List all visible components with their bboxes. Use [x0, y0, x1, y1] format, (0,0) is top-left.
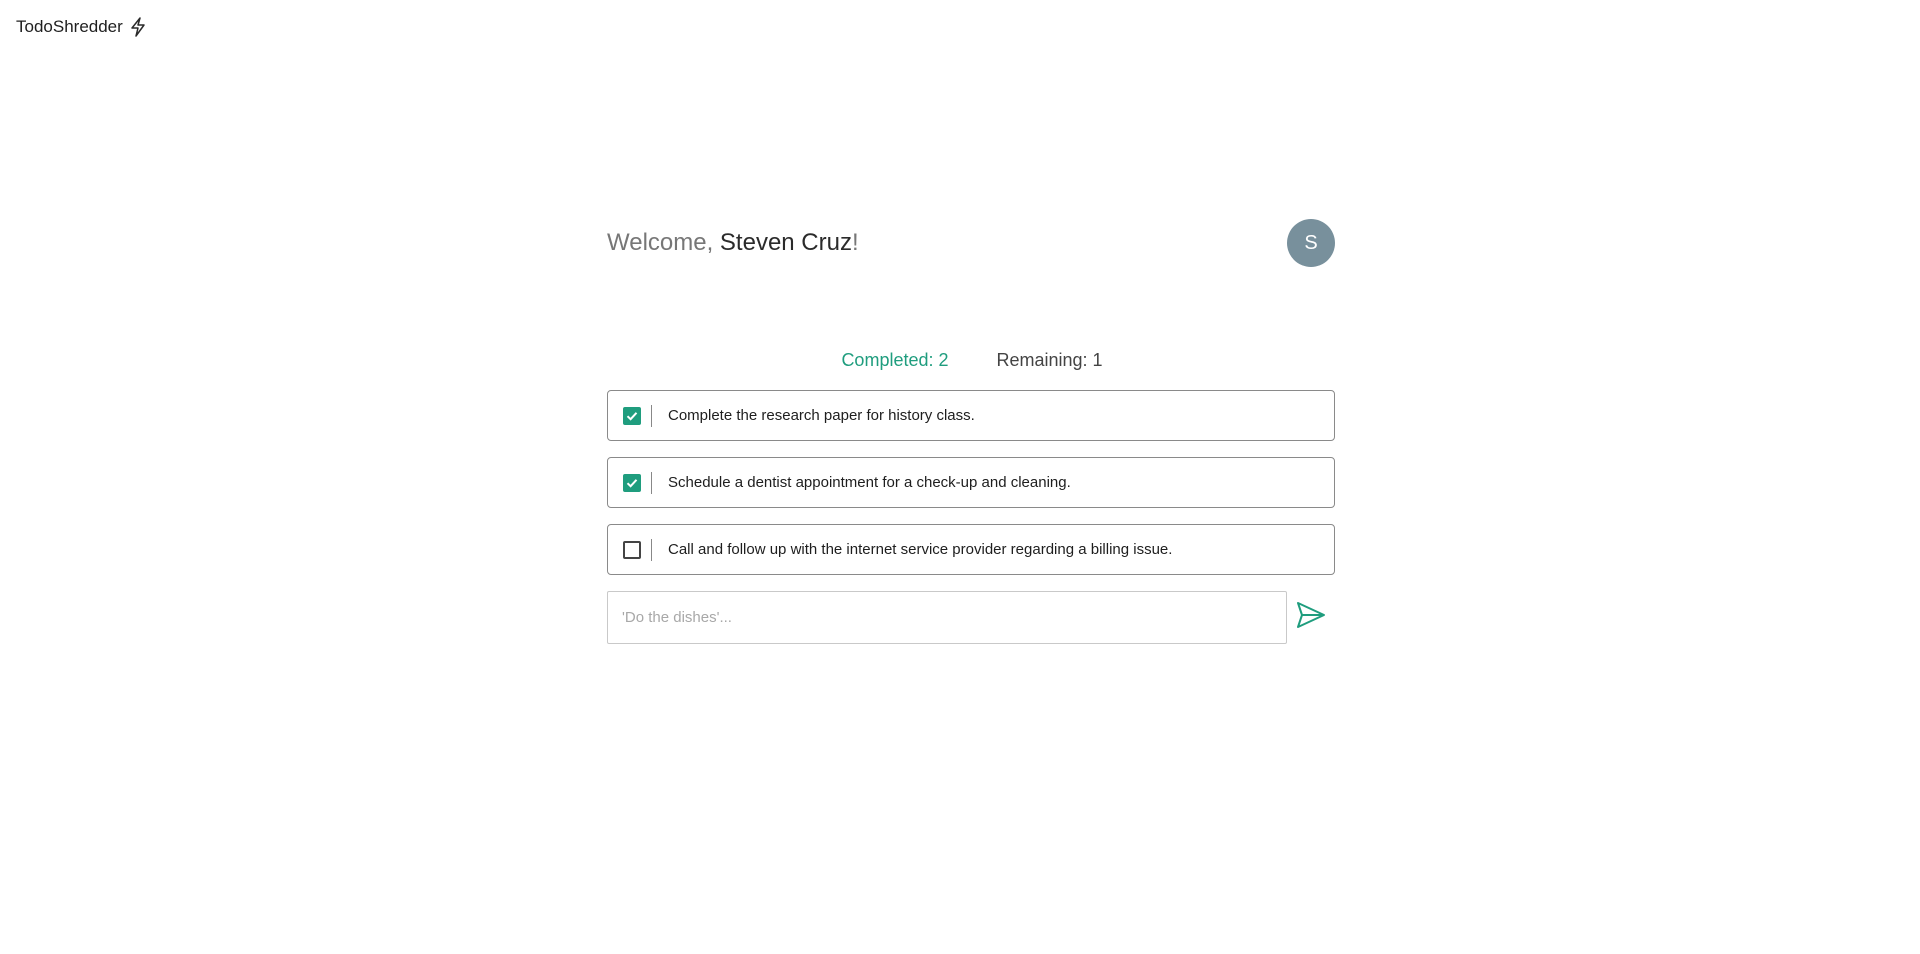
todo-text: Complete the research paper for history …	[668, 407, 975, 424]
greeting-punctuation: !	[851, 229, 859, 256]
todo-item[interactable]: Call and follow up with the internet ser…	[607, 524, 1335, 575]
new-todo-input[interactable]	[607, 591, 1287, 644]
send-icon	[1296, 601, 1326, 634]
todo-text: Call and follow up with the internet ser…	[668, 541, 1173, 558]
send-button[interactable]	[1287, 594, 1335, 642]
completed-count: Completed: 2	[841, 350, 949, 370]
todo-checkbox-checked[interactable]	[623, 473, 641, 492]
item-divider	[651, 404, 652, 427]
avatar[interactable]: S	[1287, 219, 1335, 267]
todo-item[interactable]: Complete the research paper for history …	[607, 390, 1335, 441]
remaining-count: Remaining: 1	[996, 350, 1103, 370]
todo-list: Complete the research paper for history …	[607, 390, 1335, 575]
task-stats: Completed: 2 Remaining: 1	[607, 350, 1335, 371]
todo-text: Schedule a dentist appointment for a che…	[668, 474, 1071, 491]
add-todo-row	[607, 591, 1335, 644]
welcome-heading: Welcome, Steven Cruz!	[607, 229, 859, 257]
app-title: TodoShredder	[16, 17, 123, 36]
item-divider	[651, 471, 652, 494]
lightning-icon	[129, 17, 147, 37]
item-divider	[651, 538, 652, 561]
todo-checkbox-unchecked[interactable]	[623, 540, 641, 559]
todo-checkbox-checked[interactable]	[623, 406, 641, 425]
greeting-text: Welcome,	[607, 229, 720, 256]
user-name: Steven Cruz	[719, 229, 852, 256]
brand: TodoShredder	[16, 17, 147, 37]
welcome-row: Welcome, Steven Cruz! S	[607, 219, 1335, 267]
todo-item[interactable]: Schedule a dentist appointment for a che…	[607, 457, 1335, 508]
todo-panel: Welcome, Steven Cruz! S Completed: 2 Rem…	[607, 219, 1335, 644]
